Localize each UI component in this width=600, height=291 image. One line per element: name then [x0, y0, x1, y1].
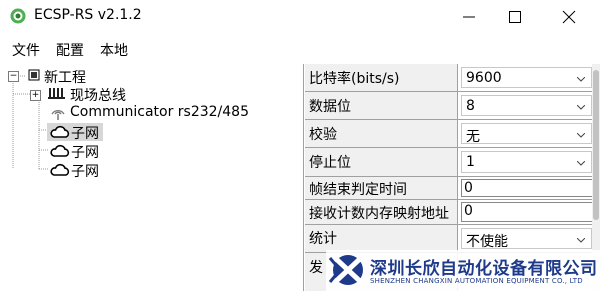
property-label: 停止位: [305, 148, 458, 176]
cloud-icon: [50, 163, 70, 176]
minimize-icon: [463, 16, 475, 18]
cloud-icon: [50, 125, 70, 138]
menu-local[interactable]: 本地: [100, 40, 128, 60]
recv-count-address-input[interactable]: 0: [461, 202, 595, 222]
select-value: 无: [466, 129, 480, 145]
select-value: 8: [466, 98, 475, 114]
chevron-down-icon: [577, 133, 585, 138]
property-row-statistics: 统计 不使能: [305, 225, 600, 253]
app-icon: [10, 8, 26, 24]
company-name-cn: 深圳长欣自动化设备有限公司: [370, 259, 598, 279]
input-value: 0: [464, 203, 473, 219]
tree-node-fieldbus[interactable]: + 现场总线: [3, 85, 163, 104]
tree-node-subnet[interactable]: 子网: [47, 161, 103, 180]
antenna-icon: [51, 110, 65, 120]
expand-icon[interactable]: +: [30, 90, 41, 101]
property-row-stopbits: 停止位 1: [305, 148, 600, 177]
property-label: 帧结束判定时间 (10ms): [305, 177, 458, 215]
maximize-button[interactable]: [492, 0, 538, 34]
select-value: 9600: [466, 70, 502, 86]
chevron-down-icon: [577, 77, 585, 82]
property-label: 比特率(bits/s): [305, 64, 458, 91]
scrollbar-thumb[interactable]: [593, 70, 599, 220]
frame-end-time-input[interactable]: 0: [461, 179, 595, 197]
statistics-select[interactable]: 不使能: [461, 228, 592, 250]
menu-bar: 文件 配置 本地: [0, 36, 600, 62]
company-logo-icon: [328, 254, 365, 286]
project-tree[interactable]: − 新工程 + 现场总线 Communicator rs232/485 子网 子…: [3, 64, 304, 291]
databits-select[interactable]: 8: [461, 95, 592, 116]
maximize-icon: [509, 11, 521, 23]
chevron-down-icon: [577, 238, 585, 243]
chevron-down-icon: [577, 161, 585, 166]
tree-node-project[interactable]: − 新工程: [3, 67, 143, 86]
property-label: 校验: [305, 120, 458, 147]
tree-node-label: 子网: [71, 164, 99, 180]
close-button[interactable]: [546, 0, 592, 34]
project-icon: [28, 69, 40, 81]
tree-node-label: 子网: [71, 126, 99, 142]
property-row-baudrate: 比特率(bits/s) 9600: [305, 64, 600, 92]
tree-node-label: Communicator rs232/485: [70, 104, 249, 120]
company-watermark: 深圳长欣自动化设备有限公司 SHENZHEN CHANGXIN AUTOMATI…: [326, 250, 600, 291]
cloud-icon: [50, 144, 70, 157]
tree-node-subnet[interactable]: 子网: [47, 123, 103, 142]
property-label: 接收计数内存映射地址: [305, 200, 458, 224]
minimize-button[interactable]: [446, 0, 492, 34]
baudrate-select[interactable]: 9600: [461, 67, 592, 88]
property-row-parity: 校验 无: [305, 120, 600, 148]
tree-node-communicator[interactable]: Communicator rs232/485: [3, 104, 253, 122]
tree-node-label: 子网: [71, 145, 99, 161]
title-bar: ECSP-RS v2.1.2: [0, 0, 600, 34]
property-row-frame-end-time: 帧结束判定时间 (10ms) 0: [305, 177, 600, 215]
tree-node-label: 新工程: [44, 70, 86, 86]
menu-config[interactable]: 配置: [56, 40, 84, 60]
select-value: 不使能: [466, 234, 508, 250]
bus-icon: [48, 88, 65, 99]
close-icon: [562, 10, 576, 24]
tree-node-label: 现场总线: [70, 88, 126, 104]
company-name-en: SHENZHEN CHANGXIN AUTOMATION EQUIPMENT C…: [370, 277, 583, 285]
property-row-databits: 数据位 8: [305, 92, 600, 120]
menu-file[interactable]: 文件: [12, 40, 40, 60]
property-row-recv-count-address: 接收计数内存映射地址 0: [305, 200, 600, 225]
window-title: ECSP-RS v2.1.2: [34, 7, 142, 23]
select-value: 1: [466, 154, 475, 170]
property-label: 统计: [305, 225, 458, 252]
property-label: 数据位: [305, 92, 458, 119]
chevron-down-icon: [577, 105, 585, 110]
parity-select[interactable]: 无: [461, 123, 592, 145]
input-value: 0: [464, 180, 473, 196]
tree-node-subnet[interactable]: 子网: [47, 142, 103, 161]
collapse-icon[interactable]: −: [8, 71, 19, 82]
stopbits-select[interactable]: 1: [461, 151, 592, 173]
